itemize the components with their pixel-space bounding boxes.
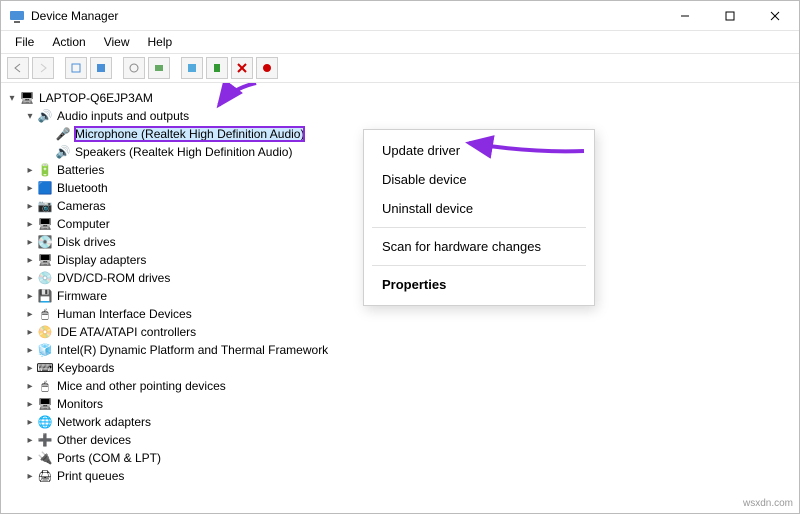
forward-button[interactable] <box>32 57 54 79</box>
device-icon: 🖥 <box>37 252 53 268</box>
watermark: wsxdn.com <box>743 498 793 509</box>
device-icon: 🖱 <box>37 306 53 322</box>
tree-node[interactable]: ▸🖱Human Interface Devices <box>5 305 795 323</box>
toolbar-icon[interactable] <box>65 57 87 79</box>
toolbar-icon[interactable] <box>256 57 278 79</box>
tree-node-label: Bluetooth <box>57 181 108 195</box>
tree-node[interactable]: ▸🖨Print queues <box>5 467 795 485</box>
toolbar-icon[interactable] <box>148 57 170 79</box>
menu-action[interactable]: Action <box>44 33 93 51</box>
ctx-properties[interactable]: Properties <box>364 270 594 299</box>
tree-node[interactable]: ▸⌨Keyboards <box>5 359 795 377</box>
device-manager-window: Device Manager File Action View Help ▾🖥 … <box>0 0 800 514</box>
toolbar-icon[interactable] <box>231 57 253 79</box>
device-icon: 🧊 <box>37 342 53 358</box>
device-icon: 📀 <box>37 324 53 340</box>
ctx-separator <box>372 227 586 228</box>
ctx-disable-device[interactable]: Disable device <box>364 165 594 194</box>
speakers-label: Speakers (Realtek High Definition Audio) <box>75 145 292 159</box>
window-title: Device Manager <box>31 9 662 23</box>
toolbar-icon[interactable] <box>90 57 112 79</box>
tree-node[interactable]: ▸🖱Mice and other pointing devices <box>5 377 795 395</box>
tree-node-label: Cameras <box>57 199 106 213</box>
tree-node[interactable]: ▸🧊Intel(R) Dynamic Platform and Thermal … <box>5 341 795 359</box>
tree-node-label: Batteries <box>57 163 104 177</box>
tree-node-label: Intel(R) Dynamic Platform and Thermal Fr… <box>57 343 328 357</box>
device-icon: 🖥 <box>37 216 53 232</box>
microphone-label: Microphone (Realtek High Definition Audi… <box>75 127 304 141</box>
maximize-button[interactable] <box>707 2 752 30</box>
device-icon: ⌨ <box>37 360 53 376</box>
menu-file[interactable]: File <box>7 33 42 51</box>
device-icon: 🖥 <box>37 396 53 412</box>
speaker-icon: 🔊 <box>55 144 71 160</box>
toolbar-icon[interactable] <box>123 57 145 79</box>
app-icon <box>9 8 25 24</box>
audio-label: Audio inputs and outputs <box>57 109 189 123</box>
tree-node-audio[interactable]: ▾🔊 Audio inputs and outputs <box>5 107 795 125</box>
device-icon: 💾 <box>37 288 53 304</box>
context-menu: Update driver Disable device Uninstall d… <box>363 129 595 306</box>
root-label: LAPTOP-Q6EJP3AM <box>39 91 153 105</box>
device-icon: 🔋 <box>37 162 53 178</box>
tree-node-label: DVD/CD-ROM drives <box>57 271 170 285</box>
tree-node-label: Computer <box>57 217 110 231</box>
titlebar: Device Manager <box>1 1 799 31</box>
ctx-update-driver[interactable]: Update driver <box>364 136 594 165</box>
back-button[interactable] <box>7 57 29 79</box>
tree-node-label: IDE ATA/ATAPI controllers <box>57 325 196 339</box>
tree-node[interactable]: ▸🖥Monitors <box>5 395 795 413</box>
audio-icon: 🔊 <box>37 108 53 124</box>
close-button[interactable] <box>752 2 797 30</box>
tree-root[interactable]: ▾🖥 LAPTOP-Q6EJP3AM <box>5 89 795 107</box>
tree-node-label: Firmware <box>57 289 107 303</box>
device-icon: 🖨 <box>37 468 53 484</box>
device-icon: 🖱 <box>37 378 53 394</box>
tree-node[interactable]: ▸🔌Ports (COM & LPT) <box>5 449 795 467</box>
ctx-scan-hardware[interactable]: Scan for hardware changes <box>364 232 594 261</box>
tree-node-label: Network adapters <box>57 415 151 429</box>
menu-view[interactable]: View <box>96 33 138 51</box>
tree-node-label: Print queues <box>57 469 124 483</box>
ctx-uninstall-device[interactable]: Uninstall device <box>364 194 594 223</box>
microphone-icon: 🎤 <box>55 126 71 142</box>
device-icon: 🌐 <box>37 414 53 430</box>
device-tree: ▾🖥 LAPTOP-Q6EJP3AM ▾🔊 Audio inputs and o… <box>1 83 799 513</box>
tree-node-label: Monitors <box>57 397 103 411</box>
tree-node-label: Mice and other pointing devices <box>57 379 226 393</box>
tree-node[interactable]: ▸➕Other devices <box>5 431 795 449</box>
tree-node-label: Keyboards <box>57 361 114 375</box>
device-icon: 📷 <box>37 198 53 214</box>
toolbar-icon[interactable] <box>181 57 203 79</box>
ctx-separator <box>372 265 586 266</box>
toolbar-icon[interactable] <box>206 57 228 79</box>
tree-node-label: Disk drives <box>57 235 116 249</box>
minimize-button[interactable] <box>662 2 707 30</box>
tree-node-label: Display adapters <box>57 253 146 267</box>
menu-help[interactable]: Help <box>140 33 181 51</box>
device-icon: ➕ <box>37 432 53 448</box>
device-icon: 💿 <box>37 270 53 286</box>
device-icon: 🟦 <box>37 180 53 196</box>
device-icon: 🔌 <box>37 450 53 466</box>
tree-node[interactable]: ▸🌐Network adapters <box>5 413 795 431</box>
tree-node-label: Other devices <box>57 433 131 447</box>
toolbar <box>1 54 799 83</box>
device-icon: 💽 <box>37 234 53 250</box>
tree-node-label: Human Interface Devices <box>57 307 192 321</box>
menubar: File Action View Help <box>1 31 799 54</box>
computer-icon: 🖥 <box>19 90 35 106</box>
tree-node-label: Ports (COM & LPT) <box>57 451 161 465</box>
tree-node[interactable]: ▸📀IDE ATA/ATAPI controllers <box>5 323 795 341</box>
